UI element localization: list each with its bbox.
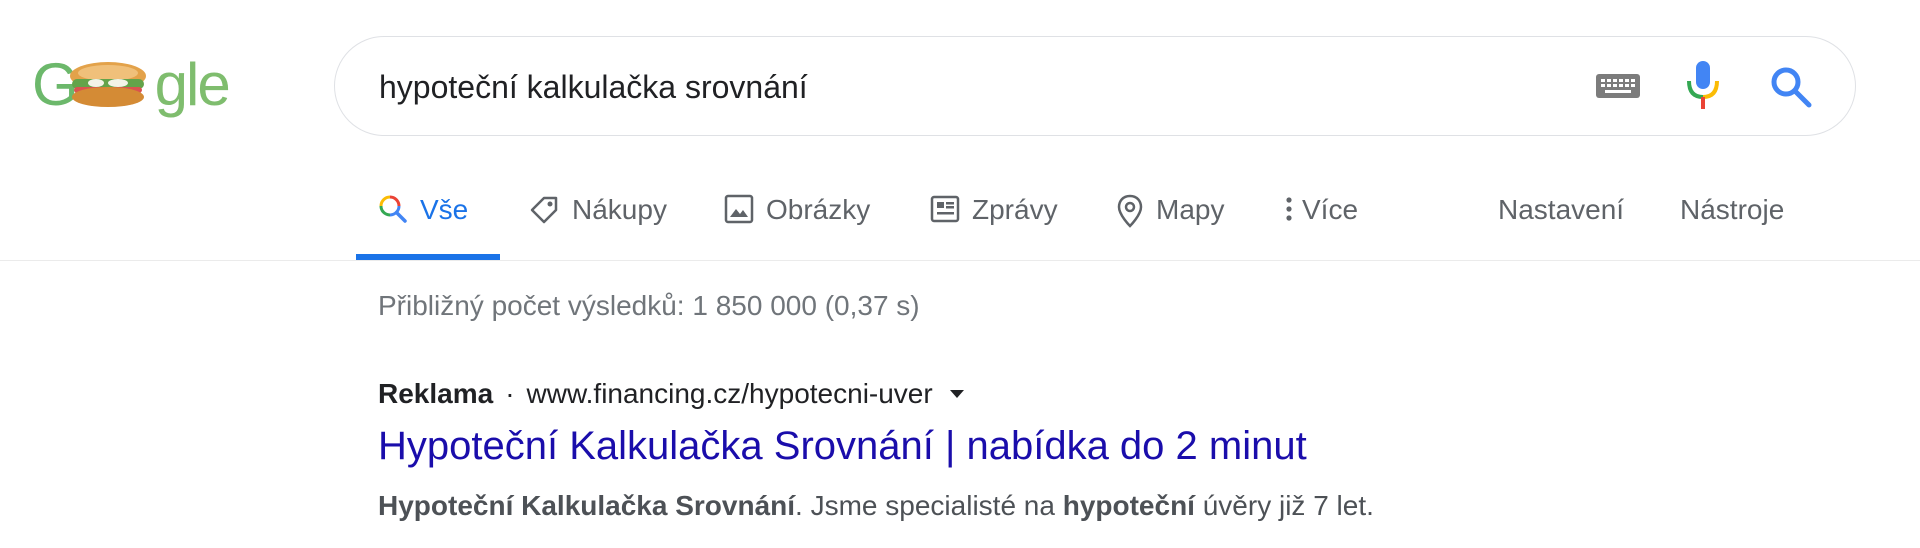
tab-label: Mapy <box>1156 194 1225 225</box>
tab-maps[interactable]: Mapy <box>1116 186 1224 260</box>
tab-label: Vše <box>420 194 469 225</box>
ad-label: Reklama <box>378 378 494 409</box>
ad-url[interactable]: www.financing.cz/hypotecni-uver <box>527 378 933 410</box>
search-tabs: Vše Nákupy Obrázky Zprávy Mapy Více Nast… <box>0 186 1920 260</box>
logo-letters-rest: gle <box>154 51 231 118</box>
sandwich-doodle-icon <box>70 62 146 107</box>
tag-icon <box>530 196 558 224</box>
ad-desc-bold-1: Hypoteční Kalkulačka Srovnání <box>378 490 796 521</box>
search-color-icon <box>379 195 407 223</box>
tab-news[interactable]: Zprávy <box>930 186 1058 260</box>
more-vert-icon <box>1286 197 1292 221</box>
settings-link[interactable]: Nastavení <box>1498 186 1624 260</box>
google-logo[interactable]: Ggle <box>32 50 242 120</box>
news-icon <box>930 195 960 223</box>
ad-header: Reklama · www.financing.cz/hypotecni-uve… <box>378 378 965 410</box>
map-pin-icon <box>1117 194 1143 228</box>
tab-images[interactable]: Obrázky <box>724 186 870 260</box>
caret-down-icon[interactable] <box>949 389 965 399</box>
microphone-icon[interactable] <box>1685 59 1721 111</box>
image-icon <box>724 194 754 224</box>
tab-label: Obrázky <box>766 194 871 225</box>
tab-shopping[interactable]: Nákupy <box>528 186 667 260</box>
ad-title-link[interactable]: Hypoteční Kalkulačka Srovnání | nabídka … <box>378 424 1307 469</box>
result-stats: Přibližný počet výsledků: 1 850 000 (0,3… <box>378 290 920 321</box>
ad-desc-text-1: . Jsme specialisté na <box>795 490 1063 521</box>
search-input[interactable] <box>379 65 1479 109</box>
tab-more[interactable]: Více <box>1284 186 1358 260</box>
keyboard-icon[interactable] <box>1595 70 1641 102</box>
tools-link[interactable]: Nástroje <box>1680 186 1784 260</box>
tabs-divider <box>0 260 1920 261</box>
ad-description: Hypoteční Kalkulačka Srovnání. Jsme spec… <box>378 490 1374 522</box>
ad-desc-text-2: úvěry již 7 let. <box>1194 490 1374 521</box>
tab-label: Zprávy <box>972 194 1058 225</box>
search-submit-icon[interactable] <box>1769 65 1813 109</box>
tab-label: Nákupy <box>572 194 667 225</box>
tab-label: Více <box>1302 194 1359 225</box>
ad-desc-bold-2: hypoteční <box>1062 490 1195 521</box>
ad-separator: · <box>505 378 515 409</box>
search-box <box>334 36 1856 136</box>
tab-all[interactable]: Vše <box>356 186 500 260</box>
